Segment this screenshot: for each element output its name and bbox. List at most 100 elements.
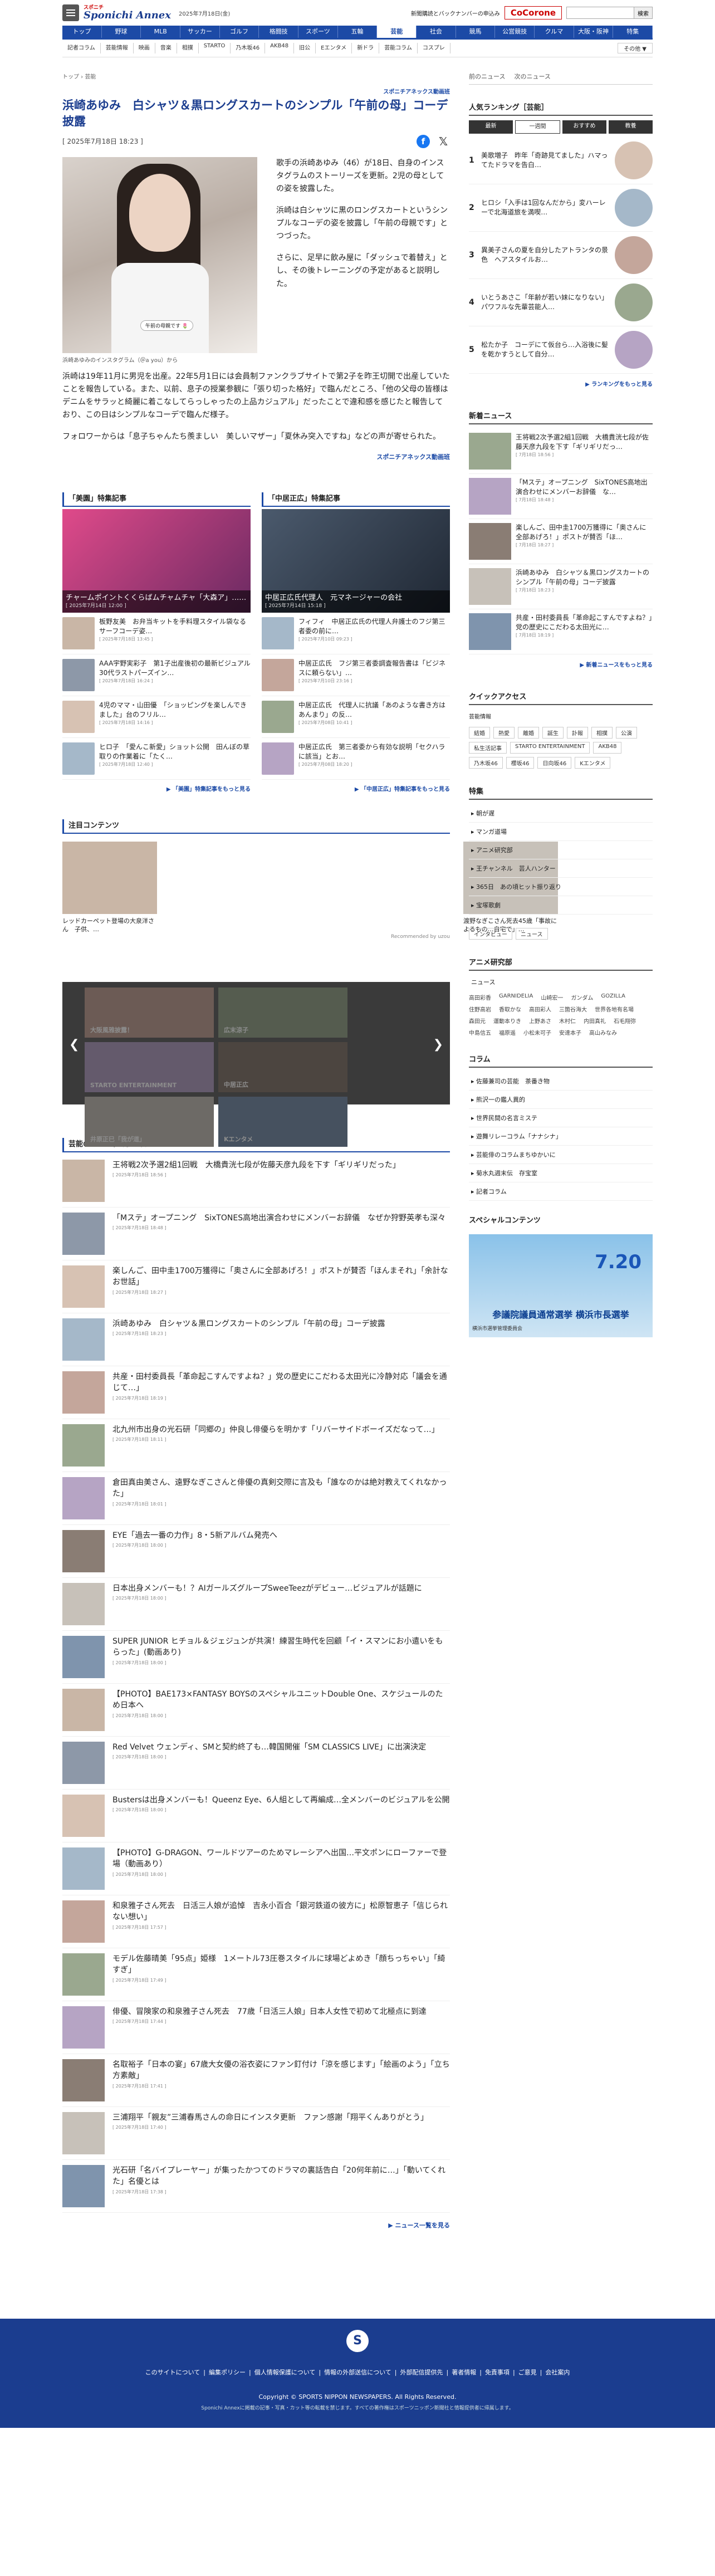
news-item[interactable]: 共産・田村委員長「革命起こすんですよね？」党の歴史にこだわる太田光に冷静対応「議… — [62, 1366, 450, 1419]
facebook-icon[interactable]: f — [417, 134, 430, 148]
news-item[interactable]: 和泉雅子さん死去 日活三人娘が追悼 吉永小百合「銀河鉄道の彼方に」松原智恵子「信… — [62, 1895, 450, 1948]
subnav-item[interactable]: 芸能情報 — [101, 43, 134, 53]
news-item[interactable]: Bustersは出身メンバーも！Queenz Eye、6人組として再編成…全メン… — [62, 1790, 450, 1842]
author-link[interactable]: スポニチアネックス動画班 — [62, 452, 450, 461]
feature-item[interactable]: 中居正広氏 フジ第三者委調査報告書は「ビジネスに頼らない」…[ 2025年7月1… — [262, 654, 450, 697]
article-kicker[interactable]: スポニチアネックス動画班 — [62, 87, 450, 95]
column-item[interactable]: ▸ 菊水丸週末伝 存宝室 — [469, 1164, 653, 1182]
backnumber-link[interactable]: 新聞購読とバックナンバーの申込み — [411, 9, 500, 17]
feature-hero[interactable]: 中居正広氏代理人 元マネージャーの会社[ 2025年7月14日 15:18 ] — [262, 509, 450, 613]
anime-name[interactable]: 世界各地有名場 — [595, 1005, 634, 1013]
feature-more-link[interactable]: ▶ 「美園」特集記事をもっと見る — [62, 784, 251, 793]
column-item[interactable]: ▸ 熊沢一の鑑人異的 — [469, 1091, 653, 1109]
anime-name[interactable]: 石毛翔弥 — [614, 1016, 636, 1025]
attention-item[interactable] — [363, 842, 458, 934]
nav-item[interactable]: 五輪 — [338, 26, 378, 38]
news-item[interactable]: 名取裕子「日本の宴」67歳大女優の浴衣姿にファン釘付け「涼を感じます」「絵画のよ… — [62, 2054, 450, 2107]
nav-item[interactable]: 社会 — [417, 26, 456, 38]
anime-name[interactable]: GARNIDELIA — [499, 993, 533, 1001]
anime-name[interactable]: 上野あさ — [529, 1016, 551, 1025]
article-photo[interactable]: 午前の母親です 🌷 — [62, 157, 257, 353]
nav-item[interactable]: MLB — [141, 26, 181, 38]
menu-icon[interactable] — [62, 4, 79, 21]
anime-name[interactable]: 小松未可子 — [523, 1028, 551, 1037]
subnav-item[interactable]: STARTO — [199, 43, 231, 53]
news-item[interactable]: 王将戦2次予選2組1回戦 大橋貴洸七段が佐藤天彦九段を下す「ギリギリだった」 [ … — [62, 1155, 450, 1208]
ranking-item[interactable]: 3 異美子さんの夏を自分したアトランタの景色 ヘアスタイルお… — [469, 232, 653, 279]
cocorone-logo[interactable]: CoCorone — [504, 6, 562, 19]
news-item[interactable]: 三浦翔平「親友”三浦春馬さんの命日にインスタ更新 ファン感謝「翔平くんありがとう… — [62, 2107, 450, 2160]
news-item[interactable]: 日本出身メンバーも！？AIガールズグループSweeTeezがデビュー…ビジュアル… — [62, 1578, 450, 1631]
attention-item[interactable] — [263, 842, 358, 934]
nav-item[interactable]: サッカー — [180, 26, 220, 38]
anime-name[interactable]: 高田彩人 — [529, 1005, 551, 1013]
anime-name[interactable]: 福原遥 — [499, 1028, 516, 1037]
quick-tag[interactable]: Kエンタメ — [575, 757, 611, 769]
anime-name[interactable]: ガンダム — [571, 993, 593, 1001]
anime-name[interactable]: 木村仁 — [559, 1016, 576, 1025]
footer-link[interactable]: 著者情報 — [452, 2369, 476, 2376]
feature-hero[interactable]: チャームポイントくくらばムチャムチャ「大森ア」……[ 2025年7月14日 12… — [62, 509, 251, 613]
subnav-item[interactable]: 映画 — [134, 43, 155, 53]
nav-item[interactable]: スポーツ — [298, 26, 338, 38]
anime-name[interactable]: 安達本子 — [559, 1028, 581, 1037]
anime-name[interactable]: 高山みなみ — [589, 1028, 617, 1037]
special-item[interactable]: ▸ 王チャンネル 芸人ハンター — [469, 859, 653, 878]
subnav-item[interactable]: 旧公 — [294, 43, 316, 53]
quick-tag[interactable]: 結婚 — [469, 727, 490, 739]
subnav-item[interactable]: AKB48 — [265, 43, 295, 53]
subnav-item[interactable]: 音楽 — [155, 43, 177, 53]
subnav-more-button[interactable]: その他 ▼ — [618, 43, 653, 53]
prev-news-link[interactable]: 前のニュース — [469, 72, 505, 81]
special-item[interactable]: ▸ 宝塚歌劇 — [469, 896, 653, 915]
feature-item[interactable]: 中居正広氏 代理人に抗議「あのような書き方はあんまり」の反…[ 2025年7月0… — [262, 696, 450, 739]
news-item[interactable]: 光石研「名バイプレーヤー」が集ったかつてのドラマの裏話告白「20何年前に…」「動… — [62, 2160, 450, 2213]
subnav-item[interactable]: 乃木坂46 — [231, 43, 266, 53]
subnav-item[interactable]: 芸能コラム — [379, 43, 418, 53]
nav-item[interactable]: 特集 — [613, 26, 653, 38]
anime-name[interactable]: 内田真礼 — [584, 1016, 606, 1025]
ranking-tab[interactable]: 教養 — [609, 120, 653, 134]
attention-item[interactable] — [163, 842, 257, 934]
news-item[interactable]: Red Velvet ウェンディ、SMと契約終了も…韓国開催「SM CLASSI… — [62, 1737, 450, 1790]
ranking-more-link[interactable]: ▶ ランキングをもっと見る — [469, 379, 653, 388]
anime-name[interactable]: 山崎宏一 — [541, 993, 563, 1001]
anime-name[interactable]: 三箇谷海大 — [559, 1005, 587, 1013]
feature-item[interactable]: フィフィ 中居正広氏の代理人弁護士のフジ第三者委の前に…[ 2025年7月10日… — [262, 613, 450, 655]
anime-name[interactable]: GOZILLA — [601, 993, 625, 1001]
quick-tag[interactable]: 私生活記事 — [469, 742, 507, 754]
next-news-link[interactable]: 次のニュース — [514, 72, 550, 81]
special-item[interactable]: ▸ アニメ研究部 — [469, 841, 653, 859]
breadcrumb-section[interactable]: 芸能 — [85, 74, 96, 80]
feature-more-link[interactable]: ▶ 「中居正広」特集記事をもっと見る — [262, 784, 450, 793]
new-news-item[interactable]: 王将戦2次予選2組1回戦 大橋貴洸七段が佐藤天彦九段を下す「ギリギリだっ…[ 7… — [469, 429, 653, 474]
carousel-tile[interactable]: STARTO ENTERTAINMENT — [85, 1042, 214, 1092]
special-item[interactable]: ▸ 365日 あの頃ヒット振り返り — [469, 878, 653, 896]
ranking-tab[interactable]: 最新 — [469, 120, 513, 134]
column-item[interactable]: ▸ 遊舞リレーコラム「ナナシナ」 — [469, 1127, 653, 1146]
special-item[interactable]: ▸ マンガ道場 — [469, 823, 653, 841]
news-item[interactable]: 「Mステ」オープニング SixTONES高地出演合わせにメンバーお辞儀 なぜか狩… — [62, 1208, 450, 1260]
quick-tag[interactable]: 日向坂46 — [537, 757, 572, 769]
news-item[interactable]: モデル佐藤晴美「95点」姫様 1メートル73圧巻スタイルに球場どよめき「顔ちっち… — [62, 1948, 450, 2001]
new-news-item[interactable]: 共産・田村委員長「革命起こすんですよね？」党の歴史にこだわる太田光に…[ 7月1… — [469, 609, 653, 654]
news-item[interactable]: SUPER JUNIOR ヒチョル＆ジェジュンが共演！練習生時代を回顧「イ・スマ… — [62, 1631, 450, 1684]
new-news-item[interactable]: 浜崎あゆみ 白シャツ＆黒ロングスカートのシンプル「午前の母」コーデ披露[ 7月1… — [469, 564, 653, 609]
quick-tag[interactable]: 誕生 — [542, 727, 564, 739]
news-item[interactable]: 浜崎あゆみ 白シャツ＆黒ロングスカートのシンプル「午前の母」コーデ披露 [ 202… — [62, 1313, 450, 1366]
footer-link[interactable]: このサイトについて — [145, 2369, 200, 2376]
anime-sub[interactable]: ニュース — [469, 975, 653, 989]
ranking-item[interactable]: 1 美歌増子 昨年「奇跡見てました」ハマってたドラマを告白… — [469, 137, 653, 184]
quick-tag[interactable]: 相撲 — [591, 727, 613, 739]
quick-tag[interactable]: 訃報 — [567, 727, 588, 739]
carousel-tile[interactable]: 大阪風雅披露！ — [85, 987, 214, 1038]
nav-item[interactable]: ゴルフ — [220, 26, 259, 38]
quick-tag[interactable]: 乃木坂46 — [469, 757, 503, 769]
breadcrumb-top[interactable]: トップ — [62, 74, 79, 80]
quick-tag[interactable]: STARTO ENTERTAINMENT — [510, 742, 590, 754]
search-button[interactable]: 検索 — [634, 7, 652, 18]
nav-item[interactable]: クルマ — [535, 26, 574, 38]
special-tag[interactable]: ニュース — [516, 928, 548, 940]
footer-link[interactable]: 免責事項 — [485, 2369, 510, 2376]
nav-item[interactable]: 競馬 — [456, 26, 496, 38]
